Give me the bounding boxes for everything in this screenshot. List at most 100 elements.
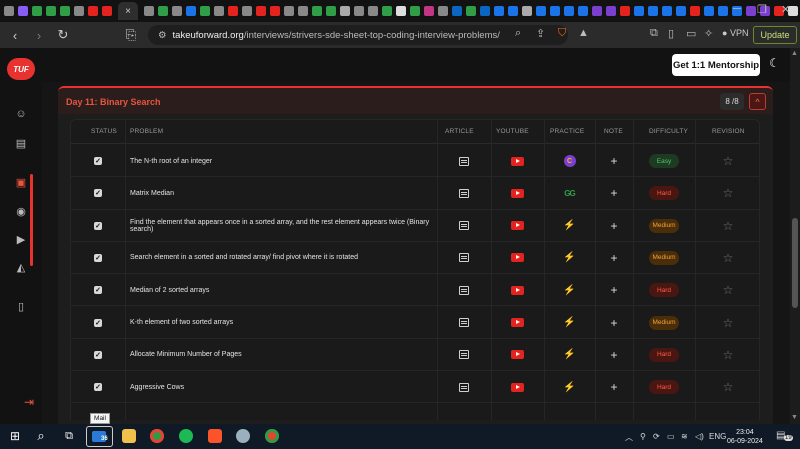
revision-star-icon[interactable]: ☆ (723, 316, 734, 330)
problem-title[interactable]: Aggressive Cows (130, 384, 184, 391)
add-note-icon[interactable]: + (610, 251, 617, 265)
rewards-icon[interactable]: ▲ (578, 27, 589, 39)
tab-favicon-icon[interactable] (522, 6, 532, 16)
status-checkbox[interactable]: ✓ (94, 318, 102, 327)
tab-favicon-icon[interactable] (186, 6, 196, 16)
codestudio-practice-icon[interactable]: ⚡ (563, 349, 575, 360)
tab-favicon-icon[interactable] (382, 6, 392, 16)
bookmark-sidebar-icon[interactable]: ▯ (14, 300, 28, 314)
tab-favicon-icon[interactable] (704, 6, 714, 16)
scrollbar-thumb[interactable] (792, 218, 798, 308)
youtube-icon[interactable] (511, 221, 524, 231)
tab-favicon-icon[interactable] (452, 6, 462, 16)
profile-icon[interactable]: ☺ (14, 107, 28, 121)
graduation-icon[interactable]: ◭ (14, 261, 28, 275)
add-note-icon[interactable]: + (610, 154, 617, 168)
revision-star-icon[interactable]: ☆ (723, 154, 734, 168)
youtube-icon[interactable] (511, 350, 524, 360)
windows-start-icon[interactable]: ⊞ (8, 429, 22, 443)
codestudio-practice-icon[interactable]: ⚡ (563, 317, 575, 328)
tuf-logo[interactable]: TUF (7, 58, 35, 80)
reload-icon[interactable]: ↻ (54, 27, 72, 43)
tab-favicon-icon[interactable] (102, 6, 112, 16)
tab-favicon-icon[interactable] (438, 6, 448, 16)
article-icon[interactable] (459, 350, 469, 360)
tab-favicon-icon[interactable] (508, 6, 518, 16)
vpn-button[interactable]: ● VPN (722, 28, 748, 38)
wifi-icon[interactable]: ≋ (681, 432, 688, 441)
tab-favicon-icon[interactable] (32, 6, 42, 16)
tab-favicon-icon[interactable] (200, 6, 210, 16)
codestudio-practice-icon[interactable]: ⚡ (563, 252, 575, 263)
tab-favicon-icon[interactable] (606, 6, 616, 16)
tab-favicon-icon[interactable] (410, 6, 420, 16)
site-info-icon[interactable]: ⚙ (158, 30, 167, 41)
tab-favicon-icon[interactable] (620, 6, 630, 16)
tab-favicon-icon[interactable] (284, 6, 294, 16)
article-icon[interactable] (459, 221, 469, 231)
tab-favicon-icon[interactable] (718, 6, 728, 16)
codestudio-practice-icon[interactable]: ⚡ (563, 220, 575, 231)
youtube-icon[interactable] (511, 156, 524, 166)
collapse-button[interactable]: ^ (749, 93, 766, 110)
sheet-icon[interactable]: ▣ (14, 176, 28, 190)
tab-favicon-icon[interactable] (18, 6, 28, 16)
tab-favicon-icon[interactable] (326, 6, 336, 16)
scroll-up-icon[interactable]: ▲ (791, 50, 798, 57)
tab-favicon-icon[interactable] (466, 6, 476, 16)
revision-star-icon[interactable]: ☆ (723, 186, 734, 200)
play-circle-icon[interactable]: ◉ (14, 205, 28, 219)
youtube-icon[interactable] (511, 285, 524, 295)
status-checkbox[interactable]: ✓ (94, 350, 102, 359)
tab-favicon-icon[interactable] (536, 6, 546, 16)
add-note-icon[interactable]: + (610, 348, 617, 362)
youtube-icon[interactable] (511, 318, 524, 327)
problem-title[interactable]: Matrix Median (130, 190, 174, 197)
tab-favicon-icon[interactable] (550, 6, 560, 16)
file-explorer-icon[interactable] (122, 429, 136, 443)
forward-icon[interactable]: › (30, 28, 48, 43)
notes-icon[interactable]: ▤ (14, 137, 28, 151)
tab-favicon-icon[interactable] (60, 6, 70, 16)
spotify-icon[interactable] (179, 429, 193, 443)
volume-icon[interactable]: ◁) (695, 432, 704, 441)
brave-shield-icon[interactable]: ⛉ (558, 27, 566, 40)
revision-star-icon[interactable]: ☆ (723, 348, 734, 362)
active-tab[interactable]: × (118, 2, 138, 20)
add-note-icon[interactable]: + (610, 219, 617, 233)
mentorship-button[interactable]: Get 1:1 Mentorship (672, 54, 760, 76)
brave-icon[interactable] (208, 429, 222, 443)
article-icon[interactable] (459, 382, 469, 392)
dark-mode-icon[interactable]: ☾ (769, 56, 780, 70)
maximize-icon[interactable]: ❐ (757, 3, 767, 16)
codestudio-practice-icon[interactable]: ⚡ (563, 382, 575, 393)
tab-favicon-icon[interactable] (144, 6, 154, 16)
tab-favicon-icon[interactable] (74, 6, 84, 16)
article-icon[interactable] (459, 318, 469, 327)
status-checkbox[interactable]: ✓ (94, 189, 102, 198)
bookmark-icon[interactable]: ⎘ (122, 27, 140, 43)
chrome-profile-icon[interactable] (265, 429, 279, 443)
article-icon[interactable] (459, 188, 469, 198)
tab-favicon-icon[interactable] (690, 6, 700, 16)
problem-title[interactable]: The N-th root of an integer (130, 158, 212, 165)
add-note-icon[interactable]: + (610, 316, 617, 330)
tab-favicon-icon[interactable] (396, 6, 406, 16)
clock[interactable]: 23:04 06-09-2024 (727, 428, 763, 446)
problem-title[interactable]: Allocate Minimum Number of Pages (130, 351, 242, 358)
tab-favicon-icon[interactable] (368, 6, 378, 16)
tab-favicon-icon[interactable] (564, 6, 574, 16)
tab-favicon-icon[interactable] (312, 6, 322, 16)
tab-favicon-icon[interactable] (228, 6, 238, 16)
status-checkbox[interactable]: ✓ (94, 157, 102, 165)
tab-favicon-icon[interactable] (172, 6, 182, 16)
article-icon[interactable] (459, 156, 469, 166)
codestudio-practice-icon[interactable]: ⚡ (563, 285, 575, 296)
tab-favicon-icon[interactable] (354, 6, 364, 16)
problem-title[interactable]: K-th element of two sorted arrays (130, 319, 233, 326)
chrome-icon[interactable] (150, 429, 164, 443)
back-icon[interactable]: ‹ (6, 28, 24, 43)
problem-title[interactable]: Find the element that appears once in a … (130, 219, 437, 233)
language-indicator[interactable]: ENG (709, 432, 726, 441)
article-icon[interactable] (459, 253, 469, 263)
